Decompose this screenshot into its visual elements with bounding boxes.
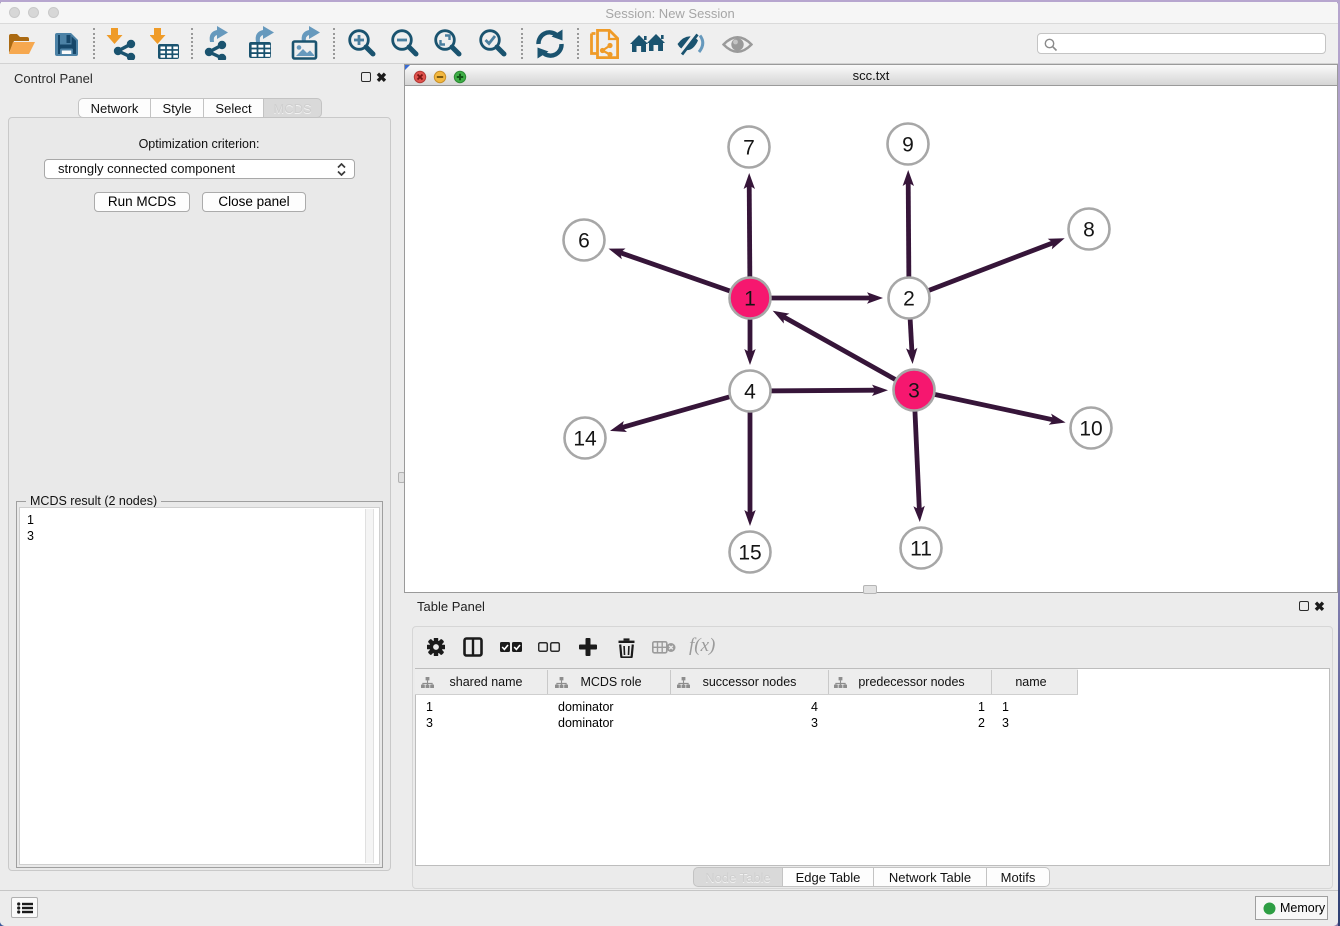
svg-text:3: 3: [908, 380, 920, 403]
svg-text:10: 10: [1079, 418, 1102, 441]
svg-text:11: 11: [910, 538, 932, 561]
svg-text:14: 14: [573, 428, 597, 451]
svg-text:6: 6: [578, 230, 590, 253]
svg-text:9: 9: [902, 134, 914, 157]
svg-text:15: 15: [738, 542, 761, 565]
svg-text:7: 7: [743, 137, 755, 160]
svg-text:8: 8: [1083, 219, 1095, 242]
svg-text:4: 4: [744, 381, 756, 404]
svg-text:2: 2: [903, 288, 915, 311]
svg-text:1: 1: [744, 288, 756, 311]
